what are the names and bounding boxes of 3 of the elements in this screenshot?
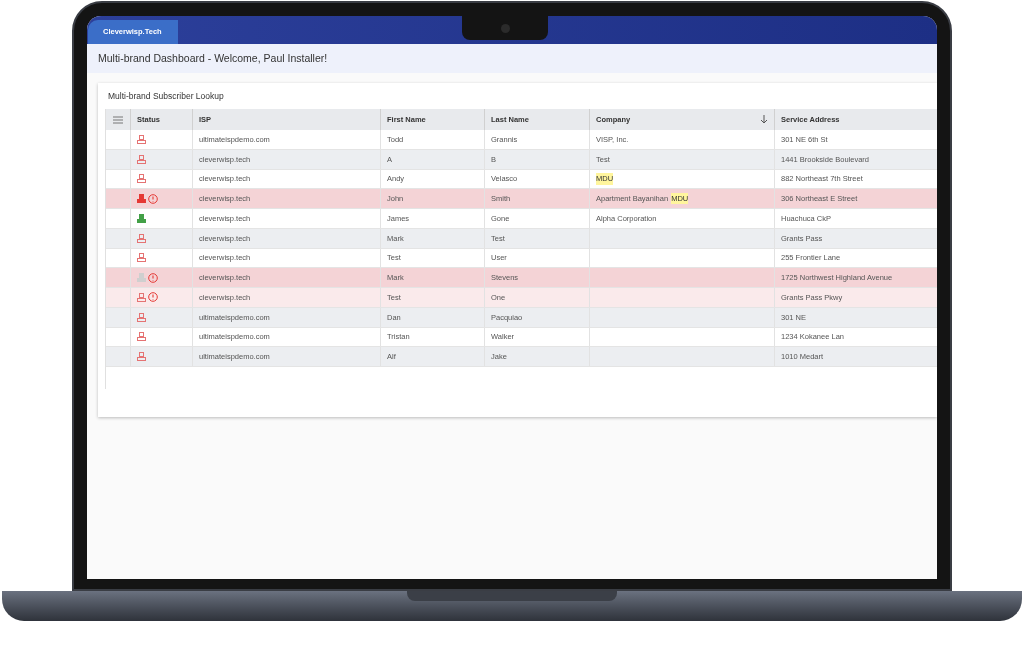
card-title: Multi-brand Subscriber Lookup — [107, 89, 225, 103]
page-title: Multi-brand Dashboard - Welcome, Paul Installer! — [87, 44, 937, 73]
sort-down-icon[interactable] — [760, 115, 768, 124]
